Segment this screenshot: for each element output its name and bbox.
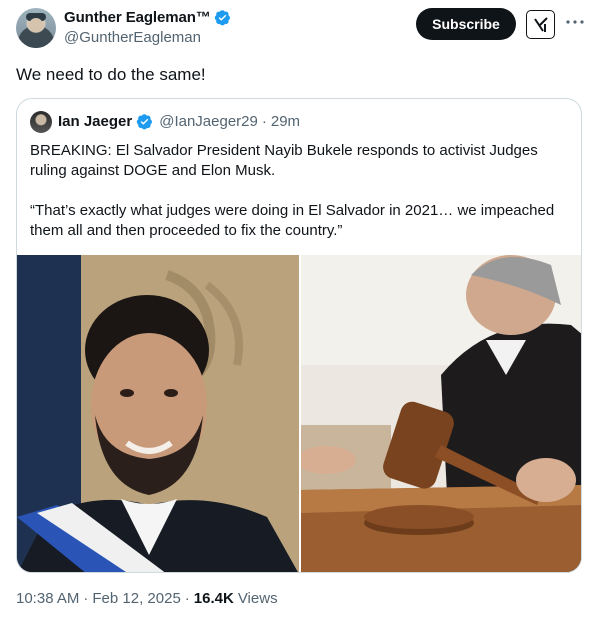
portrait-photo[interactable] (17, 255, 299, 572)
separator: · (83, 590, 89, 607)
views-label: Views (237, 590, 278, 607)
author-handle[interactable]: @GuntherEagleman (64, 29, 201, 46)
quoted-author-handle[interactable]: @IanJaeger29 (159, 113, 258, 130)
post-time[interactable]: 10:38 AM (16, 590, 79, 607)
separator: · (184, 590, 190, 607)
quoted-paragraph-1: BREAKING: El Salvador President Nayib Bu… (30, 142, 538, 179)
quoted-header: Ian Jaeger @IanJaeger29 · 29m (58, 113, 300, 130)
views-count: 16.4K (193, 590, 234, 607)
quoted-text: BREAKING: El Salvador President Nayib Bu… (30, 141, 570, 241)
media-grid (17, 255, 581, 572)
quoted-author-name[interactable]: Ian Jaeger (58, 113, 132, 130)
quoted-author-avatar[interactable] (30, 111, 52, 133)
verified-badge-icon (137, 114, 153, 130)
post-text: We need to do the same! (16, 65, 206, 84)
separator: · (261, 113, 267, 130)
post-date[interactable]: Feb 12, 2025 (92, 590, 180, 607)
quoted-time[interactable]: 29m (271, 113, 300, 130)
author-avatar[interactable] (16, 8, 56, 48)
more-icon (566, 20, 584, 24)
tweet-meta: 10:38 AM · Feb 12, 2025 · 16.4K Views (16, 590, 278, 607)
avatar-photo-icon (22, 13, 50, 48)
tweet: Gunther Eagleman™ @GuntherEagleman Subsc… (0, 0, 598, 619)
grok-button[interactable] (526, 10, 555, 39)
verified-badge-icon (214, 10, 230, 26)
quoted-tweet[interactable]: Ian Jaeger @IanJaeger29 · 29m BREAKING: … (16, 98, 582, 573)
more-options-button[interactable] (563, 10, 587, 34)
author-name[interactable]: Gunther Eagleman™ (64, 9, 211, 26)
author-name-row[interactable]: Gunther Eagleman™ (64, 9, 231, 26)
portrait-illustration (17, 255, 299, 572)
subscribe-button[interactable]: Subscribe (416, 8, 516, 40)
gavel-photo[interactable] (301, 255, 581, 572)
gavel-illustration (301, 255, 581, 572)
grok-icon (533, 16, 548, 32)
quoted-paragraph-2: “That’s exactly what judges were doing i… (30, 202, 555, 239)
